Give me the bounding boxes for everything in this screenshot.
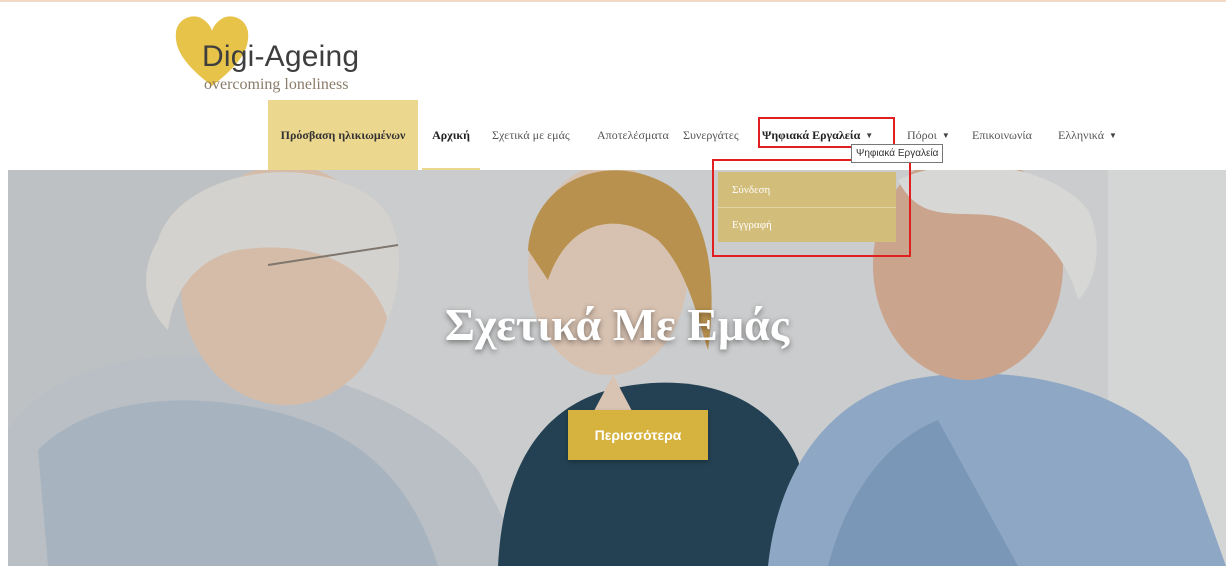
nav-home[interactable]: Αρχική (422, 100, 480, 170)
site-logo[interactable]: Digi-Ageing overcoming loneliness (172, 10, 372, 105)
nav-tooltip: Ψηφιακά Εργαλεία (851, 144, 944, 163)
caret-down-icon: ▼ (941, 130, 950, 140)
top-border (0, 0, 1226, 2)
hero-title: Σχετικά Με Εμάς (444, 299, 790, 350)
hero-banner: Σχετικά Με Εμάς Περισσότερα (8, 170, 1226, 566)
dropdown-item-register[interactable]: Εγγραφή (718, 207, 896, 242)
main-nav: Πρόσβαση ηλικιωμένων Αρχική Σχετικά με ε… (0, 100, 1226, 170)
nav-digital-tools-label: Ψηφιακά Εργαλεία (762, 127, 861, 142)
nav-language-label: Ελληνικά (1058, 127, 1105, 142)
nav-elderly-access[interactable]: Πρόσβαση ηλικιωμένων (268, 100, 418, 170)
nav-partners[interactable]: Συνεργάτες (683, 100, 739, 170)
hero-photo (8, 170, 1226, 566)
nav-contact[interactable]: Επικοινωνία (972, 100, 1032, 170)
caret-down-icon: ▼ (865, 130, 874, 140)
logo-title: Digi-Ageing (202, 40, 360, 73)
logo-tagline: overcoming loneliness (204, 76, 349, 93)
nav-about[interactable]: Σχετικά με εμάς (492, 100, 570, 170)
hero-more-button[interactable]: Περισσότερα (568, 410, 708, 460)
nav-results[interactable]: Αποτελέσματα (597, 100, 669, 170)
nav-language[interactable]: Ελληνικά ▼ (1058, 100, 1117, 170)
nav-resources-label: Πόροι (907, 127, 937, 142)
digital-tools-dropdown: Σύνδεση Εγγραφή (718, 172, 896, 242)
caret-down-icon: ▼ (1109, 130, 1117, 140)
dropdown-item-login[interactable]: Σύνδεση (718, 172, 896, 207)
